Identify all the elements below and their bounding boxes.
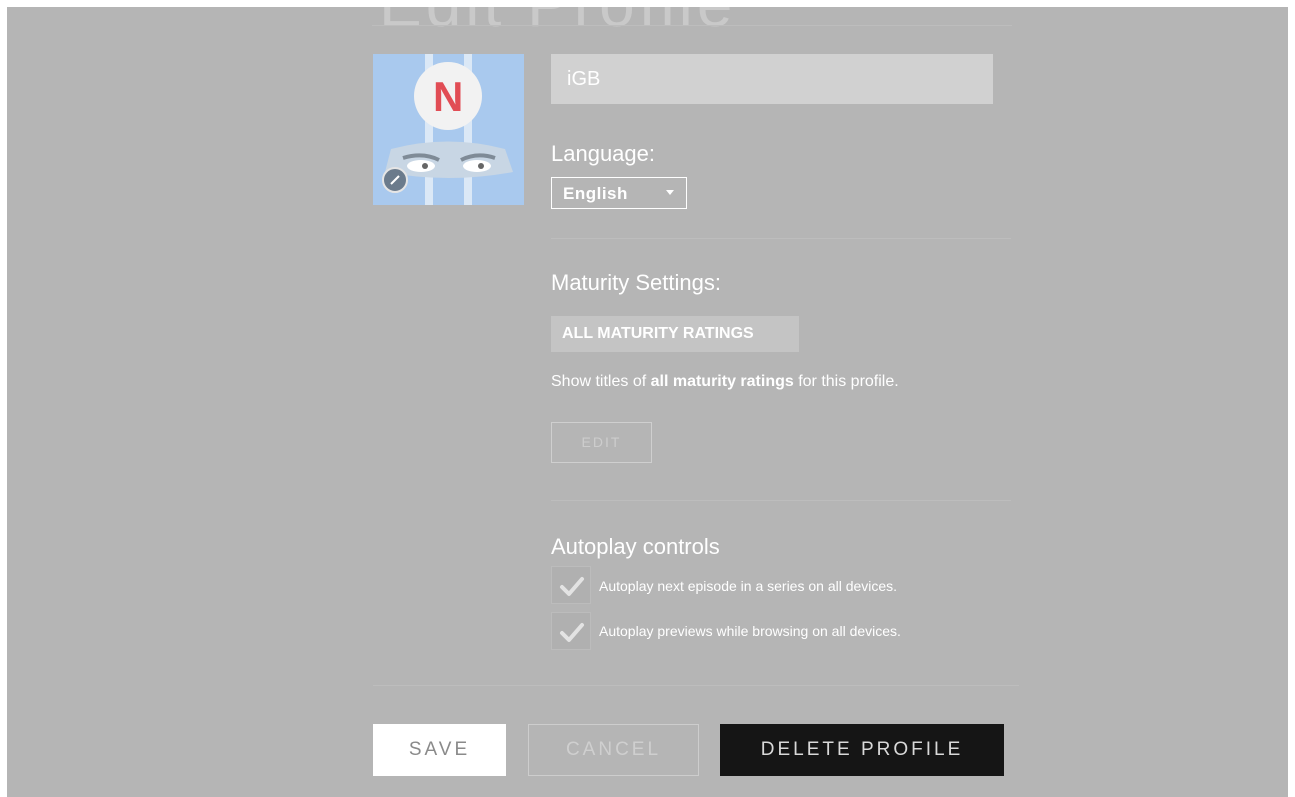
edit-maturity-button[interactable]: EDIT: [551, 422, 652, 463]
page-title: Edit Profile: [379, 7, 736, 41]
section-divider: [551, 500, 1011, 501]
cancel-button[interactable]: CANCEL: [528, 724, 699, 776]
save-button[interactable]: SAVE: [373, 724, 506, 776]
maturity-desc-bold: all maturity ratings: [650, 373, 794, 390]
checkmark-icon: [560, 577, 584, 596]
autoplay-heading: Autoplay controls: [551, 534, 720, 559]
language-label: Language:: [551, 141, 655, 166]
footer-divider: [373, 685, 1019, 686]
profile-name-input[interactable]: [551, 54, 993, 104]
autoplay-next-episode-label: Autoplay next episode in a series on all…: [599, 578, 898, 594]
profile-avatar[interactable]: N: [373, 54, 524, 205]
maturity-description: Show titles of all maturity ratings for …: [551, 373, 899, 391]
caret-down-icon: [666, 190, 674, 195]
delete-profile-button[interactable]: DELETE PROFILE: [720, 724, 1004, 776]
pencil-icon[interactable]: [382, 167, 408, 193]
maturity-desc-prefix: Show titles of: [551, 373, 651, 390]
checkmark-icon: [560, 623, 584, 642]
avatar-logo-letter: N: [433, 73, 464, 120]
maturity-rating-badge: ALL MATURITY RATINGS: [551, 316, 799, 352]
language-value: English: [563, 184, 628, 203]
autoplay-next-episode-checkbox[interactable]: [551, 566, 591, 604]
maturity-heading: Maturity Settings:: [551, 270, 721, 295]
language-select[interactable]: English: [551, 177, 687, 209]
edit-profile-screen: Edit Profile N Language: English: [7, 7, 1288, 797]
section-divider: [551, 238, 1011, 239]
maturity-desc-suffix: for this profile.: [793, 373, 899, 390]
autoplay-previews-checkbox[interactable]: [551, 612, 591, 650]
autoplay-previews-label: Autoplay previews while browsing on all …: [599, 623, 901, 639]
title-divider: [372, 25, 1012, 26]
